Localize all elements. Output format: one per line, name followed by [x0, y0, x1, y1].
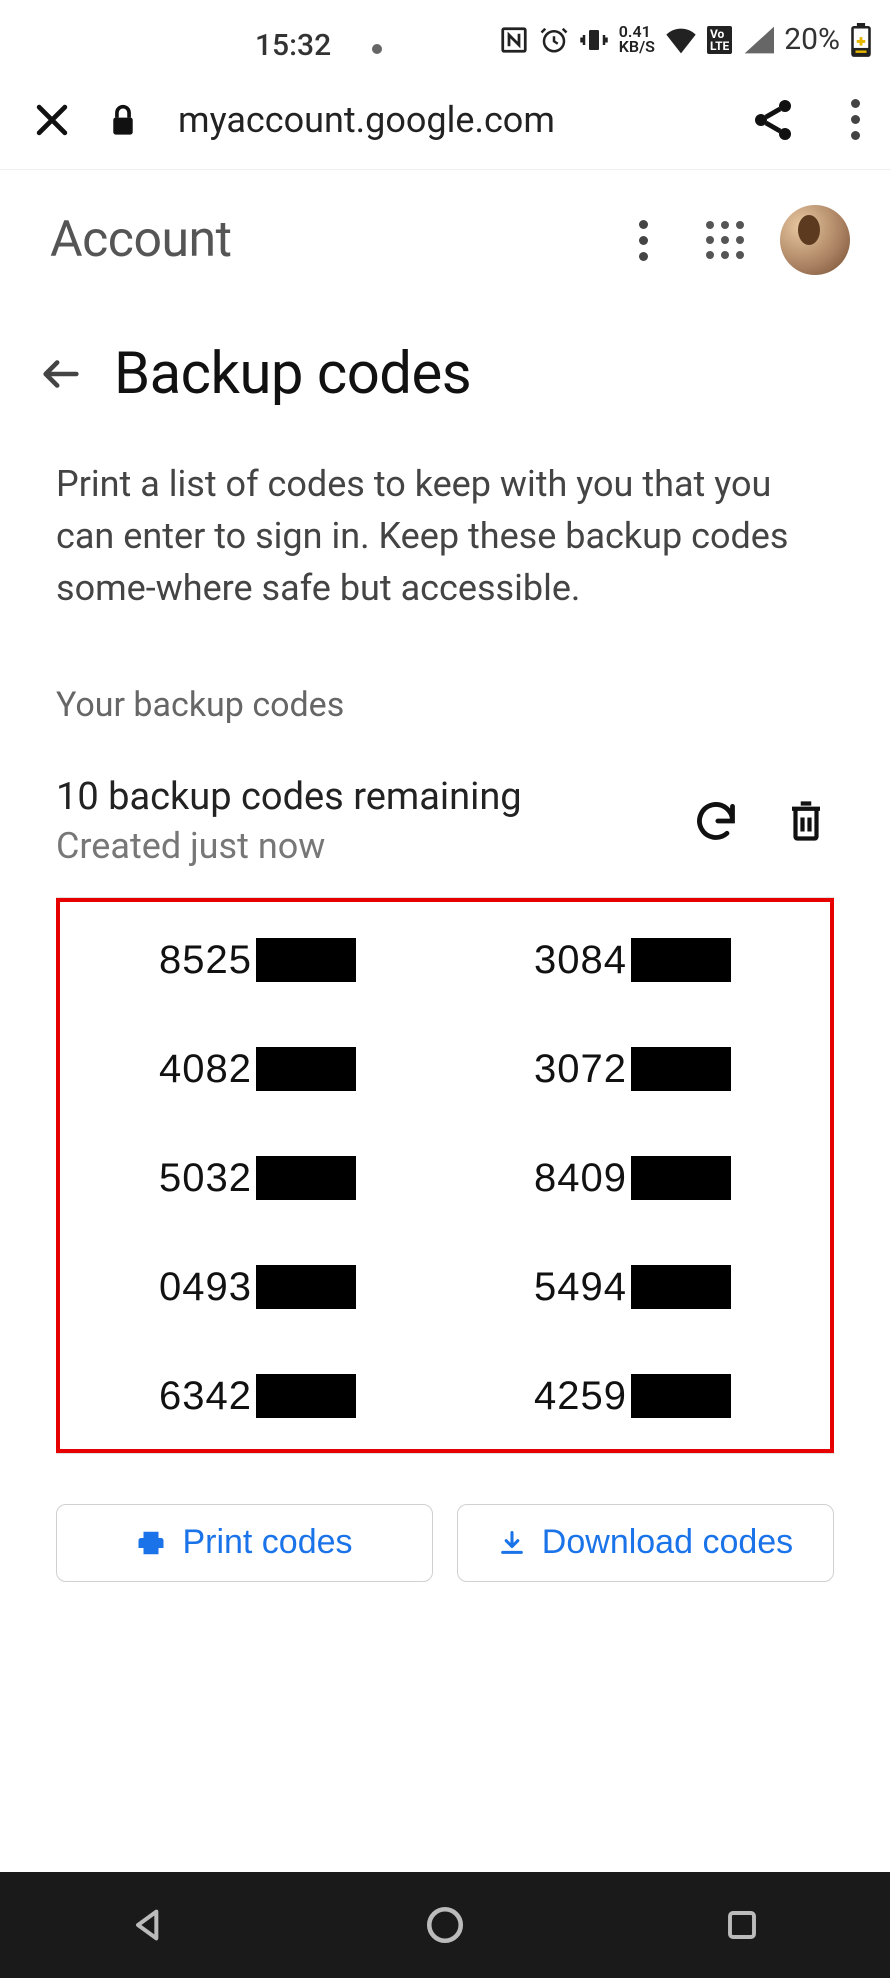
apps-grid-icon[interactable]	[700, 215, 750, 265]
backup-code: 0493	[70, 1265, 445, 1310]
avatar[interactable]	[780, 205, 850, 275]
backup-code: 6342	[70, 1374, 445, 1419]
nav-back-icon[interactable]	[123, 1900, 173, 1950]
nfc-icon	[499, 25, 529, 55]
backup-code: 4259	[445, 1374, 820, 1419]
browser-bar: myaccount.google.com	[0, 70, 890, 170]
close-icon[interactable]	[30, 98, 74, 142]
backup-code: 8409	[445, 1156, 820, 1201]
battery-icon	[850, 23, 872, 57]
status-dot	[372, 44, 382, 54]
codes-header: 10 backup codes remaining Created just n…	[0, 735, 890, 897]
action-row: Print codes Download codes	[0, 1454, 890, 1632]
share-icon[interactable]	[749, 96, 797, 144]
nav-home-icon[interactable]	[420, 1900, 470, 1950]
redaction	[631, 1047, 731, 1091]
account-header: Account	[0, 170, 890, 300]
print-icon	[136, 1528, 166, 1558]
cell-signal-icon	[742, 26, 774, 54]
volte-icon: VoLTE	[707, 26, 732, 54]
browser-menu-icon[interactable]	[851, 99, 860, 140]
redaction	[256, 938, 356, 982]
header-more-icon[interactable]	[618, 215, 668, 265]
lock-icon	[108, 103, 138, 137]
backup-code: 3084	[445, 938, 820, 983]
codes-grid: 8525 3084 4082 3072 5032 8409 0493 5494 …	[70, 938, 820, 1419]
redaction	[631, 938, 731, 982]
account-title: Account	[50, 211, 232, 269]
redaction	[256, 1265, 356, 1309]
status-time: 15:32	[255, 28, 331, 63]
codes-created: Created just now	[56, 825, 522, 867]
redaction	[631, 1265, 731, 1309]
address-url[interactable]: myaccount.google.com	[178, 99, 715, 141]
page-description: Print a list of codes to keep with you t…	[0, 418, 890, 625]
redaction	[631, 1156, 731, 1200]
android-nav-bar	[0, 1872, 890, 1978]
redaction	[256, 1047, 356, 1091]
battery-percent: 20%	[784, 22, 840, 57]
print-label: Print codes	[182, 1523, 352, 1562]
back-arrow-icon[interactable]	[38, 351, 84, 397]
backup-code: 5494	[445, 1265, 820, 1310]
download-codes-button[interactable]: Download codes	[457, 1504, 834, 1582]
download-label: Download codes	[542, 1523, 793, 1562]
backup-code: 3072	[445, 1047, 820, 1092]
backup-code: 8525	[70, 938, 445, 983]
alarm-icon	[539, 25, 569, 55]
backup-code: 5032	[70, 1156, 445, 1201]
download-icon	[498, 1529, 526, 1557]
status-bar: 15:32 0.41 KB/S VoLTE 20%	[0, 0, 890, 70]
backup-code: 4082	[70, 1047, 445, 1092]
wifi-icon	[665, 26, 697, 54]
page-title-row: Backup codes	[0, 300, 890, 418]
delete-button[interactable]	[778, 793, 834, 849]
codes-remaining: 10 backup codes remaining	[56, 775, 522, 819]
section-label: Your backup codes	[0, 625, 890, 735]
vibrate-icon	[579, 25, 609, 55]
nav-recent-icon[interactable]	[717, 1900, 767, 1950]
net-speed: 0.41 KB/S	[619, 25, 655, 54]
page-title: Backup codes	[114, 340, 471, 408]
redaction	[256, 1374, 356, 1418]
redaction	[256, 1156, 356, 1200]
print-codes-button[interactable]: Print codes	[56, 1504, 433, 1582]
redaction	[631, 1374, 731, 1418]
codes-highlight-box: 8525 3084 4082 3072 5032 8409 0493 5494 …	[56, 898, 834, 1453]
refresh-button[interactable]	[688, 793, 744, 849]
